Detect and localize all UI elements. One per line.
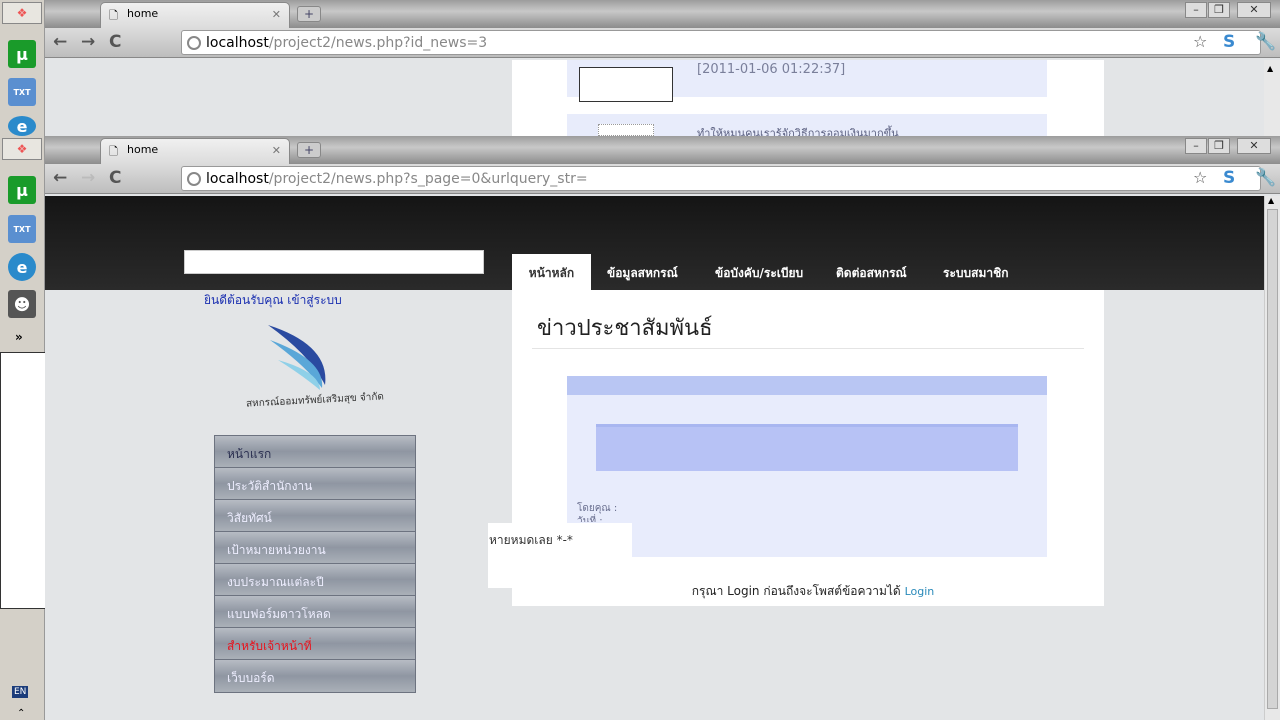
bookmark-star-icon[interactable]: ☆	[1193, 32, 1207, 51]
logo-wave-icon	[268, 325, 326, 390]
browser-tab[interactable]: 🗋 home ✕	[100, 2, 290, 28]
news-thumbnail	[579, 67, 673, 102]
close-tab-icon[interactable]: ✕	[272, 8, 281, 21]
ie-icon[interactable]: e	[8, 253, 36, 281]
globe-icon	[187, 36, 201, 50]
close-window-button[interactable]: ✕	[1237, 138, 1271, 154]
scrollbar-thumb[interactable]	[1267, 209, 1278, 709]
date-label: วันที่ :	[577, 516, 603, 522]
menu-item-vision[interactable]: วิสัยทัศน์	[215, 500, 415, 532]
start-button-2[interactable]: ❖	[2, 138, 42, 160]
windows-logo-icon: ❖	[16, 142, 28, 156]
taskbar-panel	[0, 352, 49, 609]
globe-icon	[187, 172, 201, 186]
alien-icon[interactable]: ☻	[8, 290, 36, 318]
taskbar: ❖ µ TXT e ❖ µ TXT e ☻ » EN ⌃	[0, 0, 49, 720]
divider	[532, 348, 1084, 349]
menu-item-budget[interactable]: งบประมาณแต่ละปี	[215, 564, 415, 596]
back-button[interactable]: ←	[53, 32, 67, 52]
show-hidden-icon[interactable]: ⌃	[17, 708, 25, 719]
start-button[interactable]: ❖	[2, 2, 42, 24]
text-file-icon[interactable]: TXT	[8, 78, 36, 106]
close-tab-icon[interactable]: ✕	[272, 144, 281, 157]
page-icon: 🗋	[109, 145, 118, 158]
news-item[interactable]: ทำให้หมุนคนเรารู้จักวิธีการออมเงินมากขึ้…	[567, 114, 1047, 136]
back-button[interactable]: ←	[53, 168, 67, 188]
nav-tab-contact[interactable]: ติดต่อสหกรณ์	[836, 254, 907, 290]
tab-title: home	[127, 143, 159, 156]
news-item: [2011-01-06 01:22:37]	[567, 60, 1047, 102]
tab-title: home	[127, 7, 159, 20]
new-tab-button[interactable]: +	[297, 142, 321, 158]
utorrent-icon[interactable]: µ	[8, 40, 36, 68]
menu-item-home[interactable]: หน้าแรก	[215, 436, 415, 468]
browser-window-1: 🗋 home ✕ + – ❐ ✕ ← → C localhost/project2/…	[45, 0, 1280, 136]
reload-button[interactable]: C	[109, 32, 121, 52]
wrench-icon[interactable]: 🔧	[1255, 32, 1276, 52]
menu-item-goals[interactable]: เป้าหมายหน่วยงาน	[215, 532, 415, 564]
close-window-button[interactable]: ✕	[1237, 2, 1271, 18]
bookmark-star-icon[interactable]: ☆	[1193, 168, 1207, 187]
nav-tab-coop-info[interactable]: ข้อมูลสหกรณ์	[607, 254, 678, 290]
reload-button[interactable]: C	[109, 168, 121, 188]
news-title: ทำให้หมุนคนเรารู้จักวิธีการออมเงินมากขึ้…	[697, 127, 899, 136]
news-box: โดยคุณ : วันที่ :	[567, 376, 1047, 557]
skype-icon[interactable]: S	[1223, 168, 1235, 188]
welcome-link[interactable]: ยินดีต้อนรับคุณ เข้าสู่ระบบ	[204, 291, 342, 310]
menu-item-webboard[interactable]: เว็บบอร์ด	[215, 660, 415, 692]
page-panel: [2011-01-06 01:22:37] ทำให้หมุนคนเรารู้จ…	[512, 60, 1104, 136]
nav-tab-home[interactable]: หน้าหลัก	[512, 254, 591, 290]
search-input[interactable]	[184, 250, 484, 274]
ie-icon[interactable]: e	[8, 116, 36, 136]
new-tab-button[interactable]: +	[297, 6, 321, 22]
nav-tab-members[interactable]: ระบบสมาชิก	[943, 254, 1009, 290]
overlay-box: หายหมดเลย *-*	[488, 523, 632, 588]
scrollbar[interactable]: ▲	[1264, 196, 1280, 720]
minimize-button[interactable]: –	[1185, 2, 1207, 18]
windows-logo-icon: ❖	[16, 6, 28, 20]
scrollbar[interactable]: ▲	[1264, 60, 1280, 136]
forward-button[interactable]: →	[81, 168, 95, 188]
menu-item-history[interactable]: ประวัติสำนักงาน	[215, 468, 415, 500]
page-title: ข่าวประชาสัมพันธ์	[537, 316, 713, 341]
language-indicator[interactable]: EN	[12, 686, 29, 698]
maximize-button[interactable]: ❐	[1208, 138, 1230, 154]
forward-button[interactable]: →	[81, 32, 95, 52]
skype-icon[interactable]: S	[1223, 32, 1235, 52]
maximize-button[interactable]: ❐	[1208, 2, 1230, 18]
browser-tab[interactable]: 🗋 home ✕	[100, 138, 290, 164]
page-icon: 🗋	[109, 9, 118, 22]
nav-tab-regulations[interactable]: ข้อบังคับ/ระเบียบ	[715, 254, 803, 290]
text-file-icon[interactable]: TXT	[8, 215, 36, 243]
menu-item-downloads[interactable]: แบบฟอร์มดาวโหลด	[215, 596, 415, 628]
sidebar-menu: หน้าแรก ประวัติสำนักงาน วิสัยทัศน์ เป้าห…	[214, 435, 416, 693]
wrench-icon[interactable]: 🔧	[1255, 168, 1276, 188]
utorrent-icon[interactable]: µ	[8, 176, 36, 204]
more-icon[interactable]: »	[15, 330, 23, 344]
menu-item-staff[interactable]: สำหรับเจ้าหน้าที่	[215, 628, 415, 660]
news-date: [2011-01-06 01:22:37]	[697, 62, 846, 77]
minimize-button[interactable]: –	[1185, 138, 1207, 154]
address-bar[interactable]: localhost/project2/news.php?id_news=3	[181, 30, 1261, 55]
login-link[interactable]: Login	[905, 585, 935, 598]
logo: สหกรณ์ออมทรัพย์เสริมสุข จำกัด	[230, 320, 400, 415]
news-box-header	[567, 376, 1047, 395]
logo-text: สหกรณ์ออมทรัพย์เสริมสุข จำกัด	[245, 391, 385, 410]
address-bar[interactable]: localhost/project2/news.php?s_page=0&url…	[181, 166, 1261, 191]
news-thumbnail	[598, 124, 654, 136]
news-content	[596, 424, 1018, 471]
scroll-up-icon[interactable]: ▲	[1265, 196, 1280, 205]
